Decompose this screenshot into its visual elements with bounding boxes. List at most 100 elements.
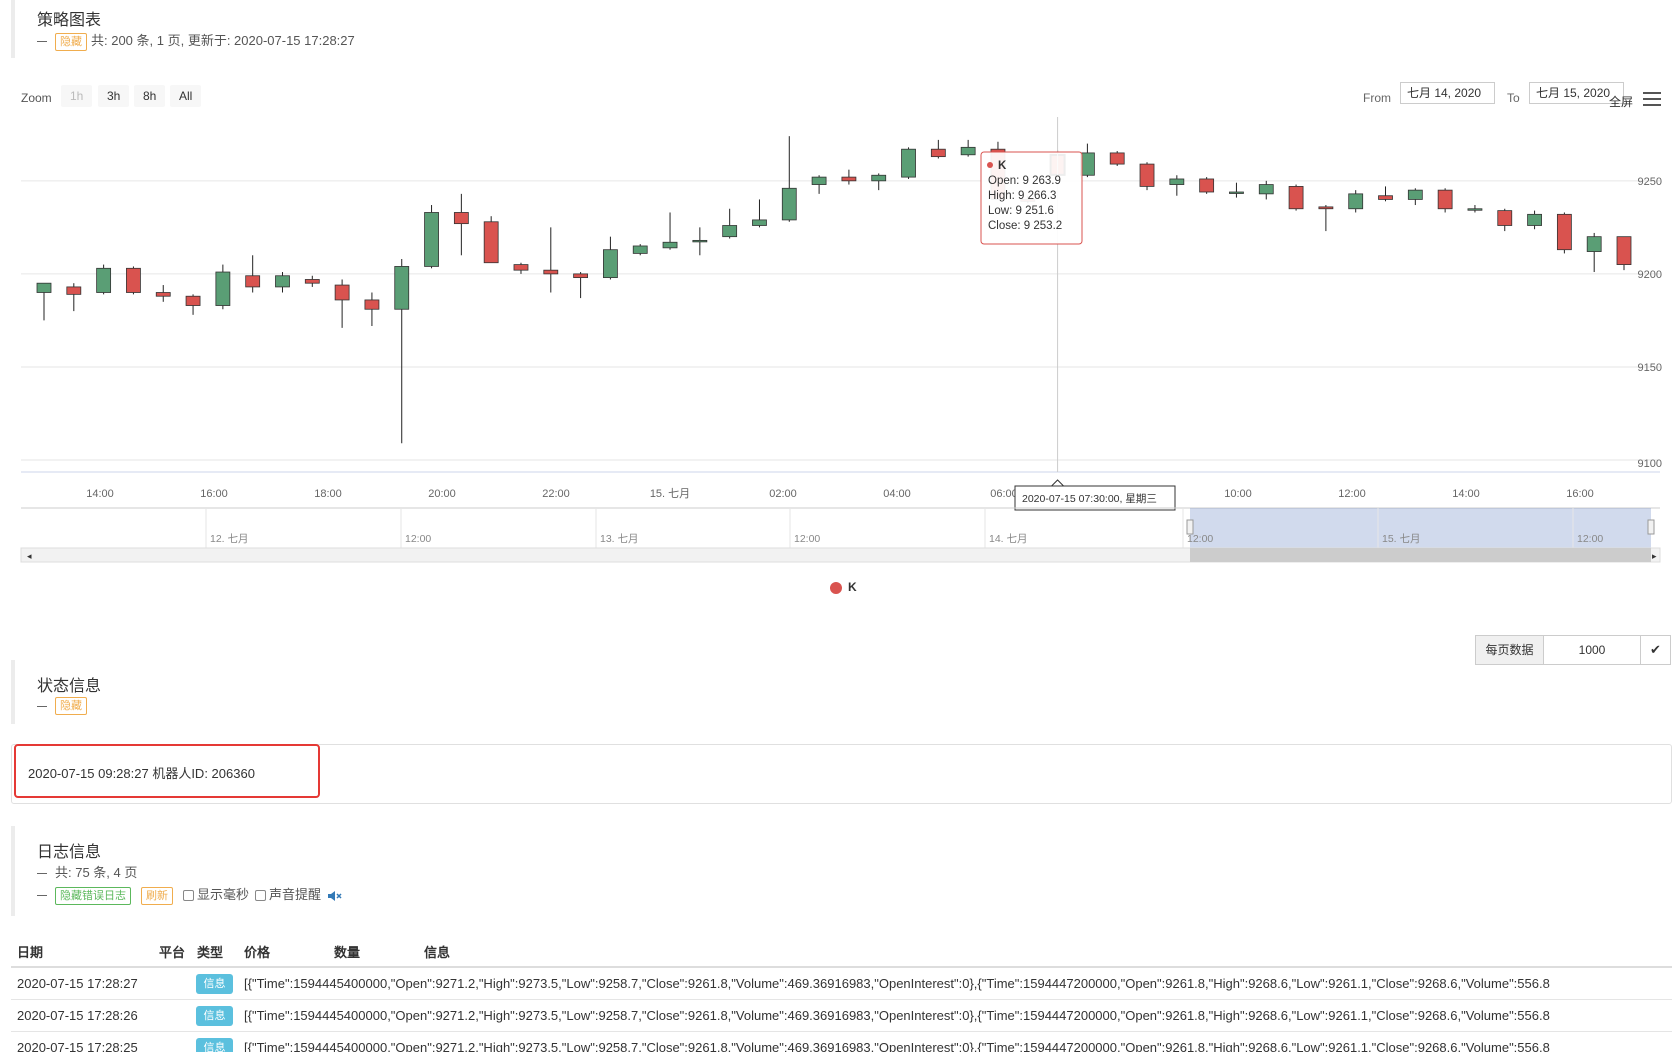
x-tick-label: 15. 七月 [650, 487, 690, 500]
chart-summary: 共: 200 条, 1 页, 更新于: 2020-07-15 17:28:27 [91, 33, 355, 48]
row-message: [{"Time":1594445400000,"Open":9271.2,"Hi… [244, 1008, 1550, 1023]
navigator-label: 12:00 [405, 533, 431, 545]
fullscreen-button[interactable]: 全屏 [1609, 93, 1633, 110]
hide-error-log-button[interactable]: 隐藏错误日志 [55, 886, 131, 905]
table-row[interactable]: 2020-07-15 17:28:26 信息 [{"Time":15944454… [11, 1000, 1672, 1031]
col-platform: 平台 [159, 945, 186, 960]
candle-body [1437, 189, 1453, 210]
tooltip-high: High: 9 266.3 [988, 190, 1056, 202]
x-tick-label: 14:00 [86, 488, 114, 500]
collapse-dash-icon[interactable] [37, 895, 47, 897]
type-badge: 信息 [196, 974, 233, 994]
table-row[interactable]: 2020-07-15 17:28:27 信息 [{"Time":15944454… [11, 968, 1672, 999]
log-info-title: 日志信息 [37, 844, 102, 861]
hide-chart-button[interactable]: 隐藏 [55, 32, 87, 51]
scroll-left-arrow-icon: ◂ [27, 551, 32, 561]
candle-body [66, 286, 82, 295]
sound-alert-checkbox[interactable] [255, 890, 267, 902]
candle-body [1497, 210, 1513, 226]
section-accent-bar [11, 0, 15, 58]
x-tick-label: 20:00 [428, 488, 456, 500]
candle-body [424, 212, 439, 267]
log-summary-line: 共: 75 条, 4 页 [37, 862, 137, 881]
strategy-chart-meta: 隐藏 共: 200 条, 1 页, 更新于: 2020-07-15 17:28:2… [37, 30, 355, 51]
tooltip-series: K [998, 160, 1007, 172]
to-label: To [1507, 91, 1520, 105]
zoom-3h-button[interactable]: 3h [98, 85, 130, 107]
candle-body [573, 273, 589, 279]
candle-body [1318, 206, 1334, 210]
scrollbar-thumb [1190, 548, 1651, 562]
candle-body [453, 212, 469, 225]
speaker-mute-icon[interactable] [327, 890, 342, 901]
row-date: 2020-07-15 17:28:27 [17, 976, 138, 991]
col-date: 日期 [17, 945, 44, 960]
candle-body [1258, 184, 1274, 195]
candle-body [930, 148, 946, 158]
legend-dot-icon [830, 581, 842, 594]
x-tick-label: 18:00 [314, 488, 342, 500]
from-label: From [1363, 91, 1391, 105]
zoom-8h-button[interactable]: 8h [134, 85, 166, 107]
x-tick-label: 16:00 [200, 488, 228, 500]
table-row[interactable]: 2020-07-15 17:28:25 信息 [{"Time":15944454… [11, 1032, 1672, 1052]
refresh-button[interactable]: 刷新 [141, 886, 173, 905]
x-tick-label: 10:00 [1224, 488, 1252, 500]
candle-body [215, 271, 231, 306]
from-date-input[interactable]: 七月 14, 2020 [1400, 82, 1495, 104]
show-ms-checkbox[interactable] [183, 890, 194, 902]
candle-body [1348, 193, 1364, 210]
candle-body [781, 187, 797, 221]
candle-body [1288, 186, 1304, 210]
candle-body [364, 299, 380, 310]
candle-body [1378, 195, 1393, 200]
candle-body [304, 279, 320, 284]
zoom-1h-button[interactable]: 1h [61, 85, 93, 107]
candle-body [1467, 208, 1483, 211]
y-tick-label: 9250 [1638, 176, 1662, 188]
hide-status-button[interactable]: 隐藏 [55, 697, 87, 715]
status-info-title: 状态信息 [37, 678, 102, 695]
scroll-right-arrow-icon: ▸ [1652, 551, 1657, 561]
crosshair-label: 2020-07-15 07:30:00, 星期三 [1022, 493, 1157, 505]
candle-body [185, 295, 201, 306]
zoom-all-button[interactable]: All [170, 85, 202, 107]
x-tick-label: 04:00 [883, 488, 911, 500]
candle-body [1527, 213, 1542, 226]
chart-legend[interactable]: K [830, 580, 857, 594]
navigator-label: 14. 七月 [989, 533, 1028, 545]
candle-body [96, 267, 112, 293]
sound-alert-label: 声音提醒 [269, 887, 322, 902]
menu-icon[interactable] [1643, 92, 1661, 106]
navigator-handle-left [1186, 519, 1194, 535]
col-type: 类型 [197, 945, 224, 960]
zoom-label: Zoom [21, 91, 52, 105]
navigator-label: 12:00 [1577, 533, 1603, 545]
x-tick-label: 06:00 [990, 488, 1018, 500]
strategy-chart-title: 策略图表 [37, 12, 102, 29]
candle-body [513, 264, 529, 271]
candle-body [1556, 213, 1572, 251]
candle-body [245, 275, 261, 288]
tooltip-open: Open: 9 263.9 [988, 175, 1061, 187]
navigator-label: 12. 七月 [210, 533, 249, 545]
candle-body [662, 241, 678, 249]
candle-body [334, 284, 350, 301]
collapse-dash-icon[interactable] [37, 41, 47, 43]
navigator-handle-right [1647, 519, 1655, 535]
candlestick-chart[interactable]: 14:00 16:00 18:00 20:00 22:00 15. 七月 02:00 04:0… [0, 110, 1678, 590]
candle-body [155, 292, 171, 297]
navigator-label: 12:00 [794, 533, 820, 545]
row-message: [{"Time":1594445400000,"Open":9271.2,"Hi… [244, 976, 1550, 991]
candle-body [1139, 163, 1155, 187]
page-size-input[interactable]: 1000 [1544, 636, 1640, 664]
col-message: 信息 [424, 945, 451, 960]
col-quantity: 数量 [334, 945, 361, 960]
row-date: 2020-07-15 17:28:26 [17, 1008, 138, 1023]
type-badge: 信息 [196, 1006, 233, 1026]
y-tick-label: 9200 [1638, 269, 1662, 281]
candle-body [394, 266, 410, 310]
collapse-dash-icon[interactable] [37, 705, 47, 707]
candle-body [543, 269, 559, 275]
check-icon[interactable]: ✔ [1640, 636, 1670, 664]
